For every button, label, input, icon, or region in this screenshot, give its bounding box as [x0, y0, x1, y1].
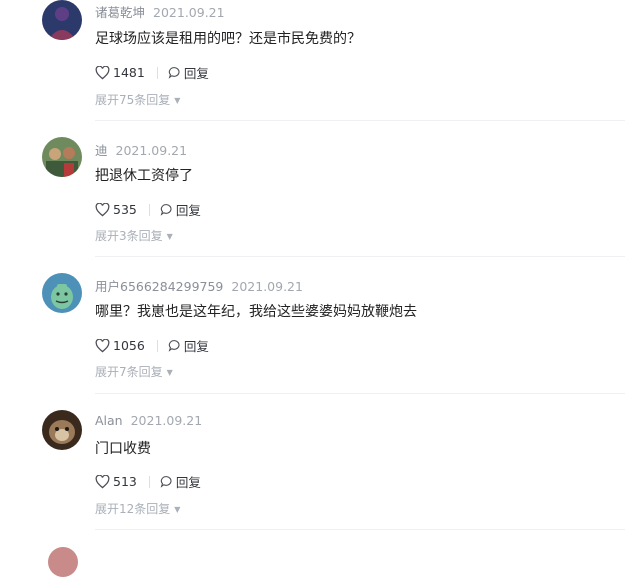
expand-label: 展开3条回复	[95, 229, 163, 243]
reply-label: 回复	[183, 339, 209, 354]
heart-icon	[95, 338, 110, 352]
reply-label: 回复	[175, 203, 201, 218]
like-count: 535	[113, 202, 137, 217]
speech-bubble-icon	[168, 67, 180, 79]
expand-label: 展开7条回复	[95, 365, 163, 379]
heart-icon	[95, 474, 110, 488]
speech-bubble-icon	[168, 340, 180, 352]
expand-label: 展开75条回复	[95, 93, 171, 107]
like-button[interactable]: 1056	[95, 338, 145, 353]
speech-bubble-icon	[160, 476, 172, 488]
comment-meta: 用户6566284299759 2021.09.21	[95, 276, 303, 295]
comment-text: 门口收费	[95, 441, 151, 457]
expand-label: 展开12条回复	[95, 502, 171, 516]
comment-date: 2021.09.21	[115, 143, 188, 158]
comment-meta: 迪 2021.09.21	[95, 140, 187, 159]
comment-actions: 1481 回复	[95, 63, 209, 82]
username[interactable]: 用户6566284299759	[95, 279, 223, 294]
reply-button[interactable]: 回复	[168, 336, 209, 355]
comment-text: 把退休工资停了	[95, 168, 193, 184]
expand-replies[interactable]: 展开3条回复 ▼	[95, 227, 173, 244]
divider	[156, 339, 158, 352]
caret-down-icon: ▼	[174, 505, 181, 514]
avatar[interactable]	[42, 137, 82, 177]
like-button[interactable]: 1481	[95, 65, 145, 80]
avatar[interactable]	[42, 0, 82, 40]
avatar[interactable]	[42, 273, 82, 313]
comment-actions: 535 回复	[95, 200, 201, 219]
divider	[95, 256, 625, 257]
reply-button[interactable]: 回复	[168, 63, 209, 82]
username[interactable]: Alan	[95, 413, 123, 428]
avatar[interactable]	[42, 410, 82, 450]
username[interactable]: 诸葛乾坤	[95, 5, 145, 20]
like-count: 1056	[113, 338, 145, 353]
speech-bubble-icon	[160, 204, 172, 216]
comment-text: 哪里？我崽也是这年纪，我给这些婆婆妈妈放鞭炮去	[95, 304, 417, 320]
caret-down-icon: ▼	[174, 96, 181, 105]
divider	[156, 66, 158, 79]
comment-date: 2021.09.21	[130, 413, 203, 428]
expand-replies[interactable]: 展开75条回复 ▼	[95, 91, 180, 108]
expand-replies[interactable]: 展开12条回复 ▼	[95, 500, 180, 517]
divider	[95, 120, 625, 121]
comment-actions: 1056 回复	[95, 336, 209, 355]
expand-replies[interactable]: 展开7条回复 ▼	[95, 363, 173, 380]
reply-label: 回复	[175, 475, 201, 490]
like-button[interactable]: 513	[95, 474, 137, 489]
like-count: 1481	[113, 65, 145, 80]
comment-text: 足球场应该是租用的吧？还是市民免费的？	[95, 31, 361, 47]
username[interactable]: 迪	[95, 143, 108, 158]
comment-actions: 513 回复	[95, 472, 201, 491]
reply-button[interactable]: 回复	[160, 472, 201, 491]
caret-down-icon: ▼	[166, 232, 173, 241]
divider	[148, 475, 150, 488]
like-count: 513	[113, 474, 137, 489]
avatar[interactable]	[48, 547, 78, 577]
reply-label: 回复	[183, 66, 209, 81]
comment-meta: Alan 2021.09.21	[95, 413, 202, 428]
divider	[95, 393, 625, 394]
divider	[95, 529, 625, 530]
divider	[148, 203, 150, 216]
comment-meta: 诸葛乾坤 2021.09.21	[95, 2, 225, 21]
like-button[interactable]: 535	[95, 202, 137, 217]
comment-date: 2021.09.21	[231, 279, 303, 294]
reply-button[interactable]: 回复	[160, 200, 201, 219]
caret-down-icon: ▼	[166, 368, 173, 377]
heart-icon	[95, 202, 110, 216]
heart-icon	[95, 65, 110, 79]
comment-date: 2021.09.21	[153, 5, 225, 20]
